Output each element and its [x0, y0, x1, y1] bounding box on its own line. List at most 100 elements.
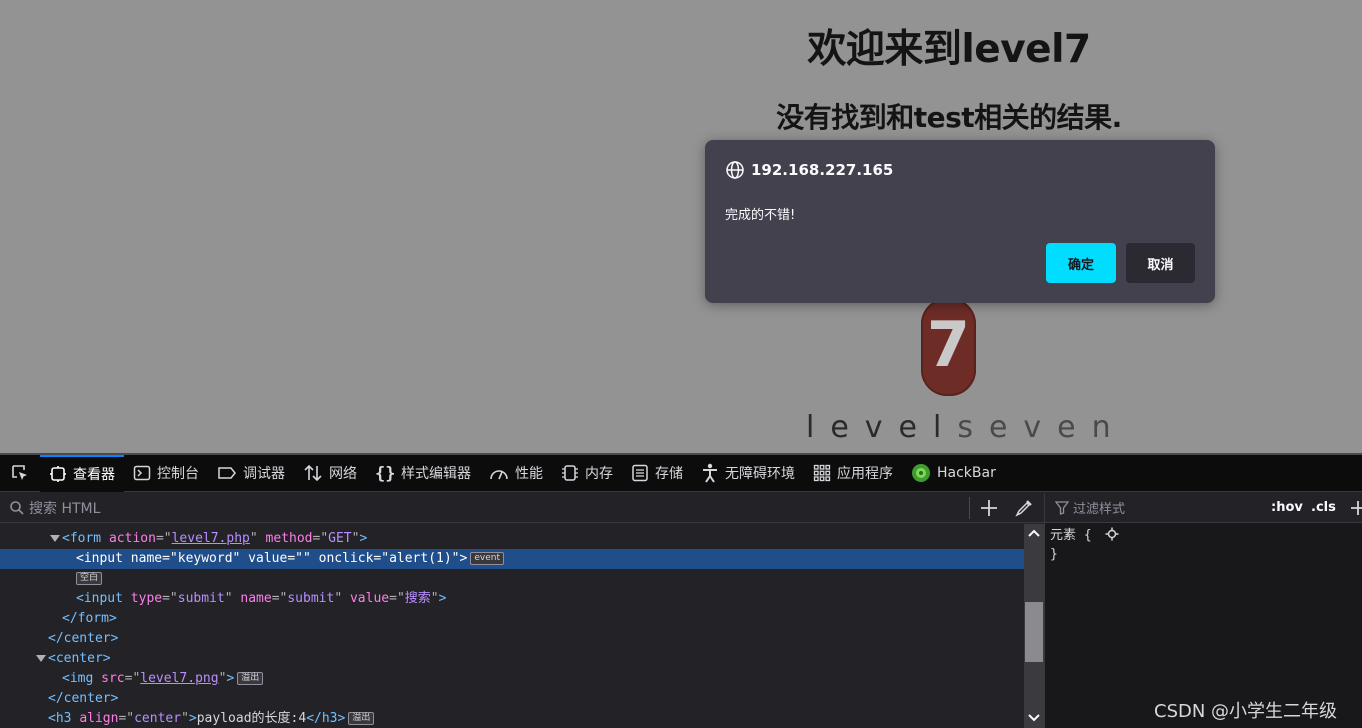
memory-icon — [562, 465, 578, 481]
markup-line-whitespace: 空白 — [0, 569, 1024, 589]
toolbar-divider — [969, 497, 970, 519]
logo-digit: 7 — [926, 308, 971, 381]
tab-label: 应用程序 — [837, 466, 893, 482]
csdn-watermark: CSDN @小学生二年级 — [1154, 701, 1338, 722]
overflow-badge[interactable]: 溢出 — [237, 672, 264, 685]
add-rule-icon[interactable] — [1349, 499, 1362, 517]
tab-label: 样式编辑器 — [401, 466, 471, 482]
closing-tag: </center> — [48, 631, 119, 646]
cancel-button[interactable]: 取消 — [1126, 243, 1195, 283]
application-icon — [813, 464, 831, 482]
tab-label: 内存 — [585, 466, 613, 482]
scroll-down-icon[interactable] — [1028, 714, 1040, 722]
attr-value: center — [134, 711, 182, 726]
accessibility-icon — [703, 463, 717, 483]
eyedropper-icon[interactable] — [1014, 498, 1034, 518]
tab-accessibility[interactable]: 无障碍环境 — [692, 455, 804, 492]
ok-button[interactable]: 确定 — [1046, 243, 1116, 283]
closing-tag: </center> — [48, 691, 119, 706]
attr-value: submit — [287, 591, 335, 606]
markup-line-center-close-2[interactable]: </center> — [0, 689, 1024, 709]
dialog-host: 192.168.227.165 — [725, 160, 893, 180]
filter-styles-input[interactable]: 过滤样式 — [1073, 498, 1125, 517]
tab-inspector[interactable]: 查看器 — [40, 454, 124, 492]
expand-twisty-icon[interactable] — [36, 655, 46, 662]
markup-line-center-open[interactable]: <center> — [0, 649, 1024, 669]
cls-toggle[interactable]: .cls — [1311, 500, 1336, 515]
search-html-input[interactable]: 搜索 HTML — [29, 498, 100, 518]
tab-console[interactable]: 控制台 — [124, 455, 208, 492]
console-icon — [133, 465, 151, 481]
tab-label: 控制台 — [157, 466, 199, 482]
event-badge[interactable]: event — [470, 552, 504, 565]
overflow-badge[interactable]: 溢出 — [348, 712, 375, 725]
html-search-bar: 搜索 HTML — [0, 493, 1044, 523]
search-icon — [10, 500, 24, 515]
markup-line-form[interactable]: <form action="level7.php" method="GET"> — [0, 529, 1024, 549]
level-logo-image: 7 — [921, 298, 976, 396]
debugger-icon — [218, 467, 236, 479]
tab-label: 无障碍环境 — [725, 466, 795, 482]
tab-label: HackBar — [937, 465, 996, 481]
tab-memory[interactable]: 内存 — [552, 455, 622, 492]
devtools-toolbar: 查看器 控制台 调试器 网络 {} 样式编辑器 性能 内存 存储 无障碍环境 应… — [0, 454, 1362, 492]
page-heading: 欢迎来到level7 — [807, 27, 1091, 72]
alert-dialog: 192.168.227.165 完成的不错! 确定 取消 — [705, 140, 1215, 303]
hackbar-icon — [912, 464, 930, 482]
opening-tag: <center> — [48, 651, 111, 666]
hov-toggle[interactable]: :hov — [1271, 500, 1303, 515]
attr-name: name — [240, 591, 272, 606]
element-picker-icon — [12, 465, 27, 480]
tag-name: <img — [62, 671, 94, 686]
attr-name: align — [79, 711, 119, 726]
tab-style-editor[interactable]: {} 样式编辑器 — [366, 455, 480, 492]
tab-label: 调试器 — [243, 466, 285, 482]
scrollbar-thumb[interactable] — [1025, 602, 1043, 662]
tab-storage[interactable]: 存储 — [622, 455, 692, 492]
attr-link[interactable]: level7.php — [172, 531, 250, 546]
network-icon — [304, 464, 322, 482]
search-result-message: 没有找到和test相关的结果. — [776, 101, 1122, 134]
tab-performance[interactable]: 性能 — [480, 455, 552, 492]
tab-application[interactable]: 应用程序 — [804, 455, 902, 492]
scroll-up-icon[interactable] — [1028, 529, 1040, 537]
brand-part-seven: seven — [957, 410, 1127, 445]
page-viewport: 欢迎来到level7 没有找到和test相关的结果. 7 levelseven … — [0, 0, 1362, 453]
tab-hackbar[interactable]: HackBar — [902, 455, 1005, 492]
attr-name: src — [101, 671, 125, 686]
attr-value: submit — [177, 591, 225, 606]
markup-line-submit-input[interactable]: <input type="submit" name="submit" value… — [0, 589, 1024, 609]
dialog-host-text: 192.168.227.165 — [751, 161, 894, 179]
rule-close: } — [1050, 547, 1058, 562]
expand-twisty-icon[interactable] — [50, 535, 60, 542]
tab-network[interactable]: 网络 — [294, 455, 366, 492]
dialog-message: 完成的不错! — [725, 208, 796, 223]
element-rule: 元素 { } — [1045, 523, 1362, 567]
markup-line-h3[interactable]: <h3 align="center">payload的长度:4</h3> 溢出 — [0, 709, 1024, 728]
selected-node-text: <input name="keyword" value="" onclick="… — [76, 551, 468, 566]
attr-value: GET — [328, 531, 352, 546]
markup-line-center-close[interactable]: </center> — [0, 629, 1024, 649]
markup-line-selected-input[interactable]: <input name="keyword" value="" onclick="… — [0, 549, 1024, 569]
performance-icon — [490, 470, 508, 480]
gear-icon[interactable] — [1105, 527, 1119, 541]
tab-label: 存储 — [655, 466, 683, 482]
text-node: payload的长度:4 — [196, 711, 307, 726]
markup-line-img[interactable]: <img src="level7.png"> 溢出 — [0, 669, 1024, 689]
inspector-icon — [50, 466, 66, 482]
tab-debugger[interactable]: 调试器 — [208, 455, 294, 492]
tag-name: <form — [62, 531, 102, 546]
element-picker-button[interactable] — [0, 455, 40, 492]
tab-label: 网络 — [329, 466, 357, 482]
attr-name: value — [349, 591, 390, 606]
attr-link[interactable]: level7.png — [140, 671, 218, 686]
filter-styles-bar: 过滤样式 :hov .cls — [1045, 493, 1362, 523]
add-node-icon[interactable] — [978, 497, 1000, 519]
closing-tag: </h3> — [306, 711, 346, 726]
filter-icon — [1055, 500, 1069, 515]
markup-line-form-close[interactable]: </form> — [0, 609, 1024, 629]
brand-text: levelseven — [806, 410, 1127, 445]
attr-name: type — [130, 591, 163, 606]
whitespace-badge[interactable]: 空白 — [76, 572, 103, 585]
markup-scrollbar[interactable] — [1024, 524, 1044, 728]
